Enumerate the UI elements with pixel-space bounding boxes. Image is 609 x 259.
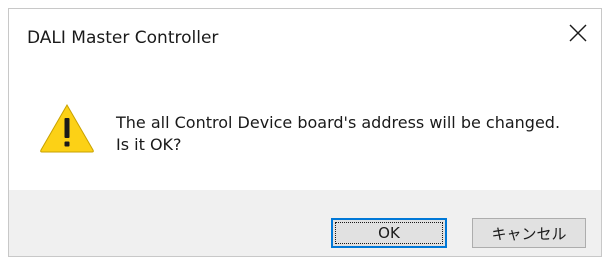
cancel-button[interactable]: キャンセル bbox=[472, 218, 586, 248]
message-area: The all Control Device board's address w… bbox=[9, 65, 601, 190]
title-bar: DALI Master Controller bbox=[9, 9, 601, 65]
message-line-2: Is it OK? bbox=[116, 135, 182, 154]
warning-icon bbox=[40, 104, 94, 153]
ok-button[interactable]: OK bbox=[331, 218, 447, 248]
message-text: The all Control Device board's address w… bbox=[116, 112, 560, 156]
button-bar: OK キャンセル bbox=[9, 190, 601, 256]
window-title: DALI Master Controller bbox=[27, 28, 219, 48]
dialog-window: DALI Master Controller The all Control D… bbox=[8, 8, 602, 257]
cancel-button-label: キャンセル bbox=[491, 224, 567, 243]
message-line-1: The all Control Device board's address w… bbox=[116, 113, 561, 132]
close-button[interactable] bbox=[555, 11, 601, 55]
close-icon bbox=[569, 24, 587, 42]
ok-button-label: OK bbox=[378, 224, 400, 242]
